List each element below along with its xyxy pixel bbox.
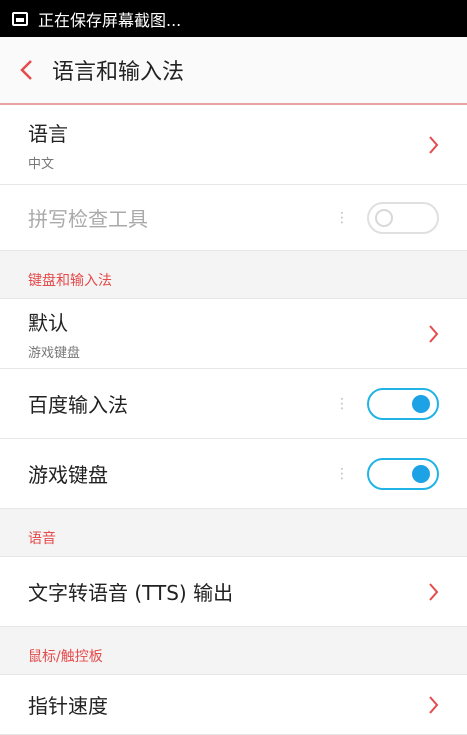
- settings-dots-icon[interactable]: ⋮: [335, 397, 349, 411]
- baidu-input-row[interactable]: 百度输入法 ⋮: [0, 369, 467, 439]
- tts-output-row[interactable]: 文字转语音 (TTS) 输出: [0, 557, 467, 627]
- game-keyboard-toggle[interactable]: [367, 457, 439, 490]
- language-row[interactable]: 语言 中文: [0, 105, 467, 185]
- section-header-keyboard: 键盘和输入法: [0, 251, 467, 299]
- spell-check-title: 拼写检查工具: [28, 207, 148, 231]
- toggle-knob: [412, 394, 430, 413]
- status-bar: 正在保存屏幕截图...: [0, 0, 467, 37]
- toggle-knob: [412, 464, 430, 483]
- baidu-input-toggle[interactable]: [367, 387, 439, 420]
- settings-dots-icon: ⋮: [335, 209, 349, 226]
- page-title: 语言和输入法: [52, 60, 185, 85]
- baidu-input-title: 百度输入法: [28, 393, 128, 417]
- section-header-voice: 语音: [0, 509, 467, 557]
- chevron-right-icon: [428, 135, 439, 155]
- chevron-right-icon: [428, 324, 439, 344]
- game-keyboard-row[interactable]: 游戏键盘 ⋮: [0, 439, 467, 509]
- toggle-knob: [375, 208, 393, 227]
- pointer-speed-title: 指针速度: [28, 694, 108, 718]
- default-keyboard-value: 游戏键盘: [28, 345, 81, 361]
- default-keyboard-row[interactable]: 默认 游戏键盘: [0, 299, 467, 369]
- settings-dots-icon[interactable]: ⋮: [335, 467, 349, 481]
- language-title: 语言: [28, 121, 68, 146]
- chevron-right-icon: [428, 582, 439, 602]
- screenshot-icon: [12, 11, 28, 26]
- tts-output-title: 文字转语音 (TTS) 输出: [28, 581, 234, 605]
- spell-check-row: 拼写检查工具 ⋮: [0, 185, 467, 251]
- pointer-speed-row[interactable]: 指针速度: [0, 675, 467, 735]
- game-keyboard-title: 游戏键盘: [28, 463, 108, 487]
- chevron-right-icon: [428, 695, 439, 715]
- status-text: 正在保存屏幕截图...: [38, 10, 182, 30]
- section-header-pointer: 鼠标/触控板: [0, 627, 467, 675]
- default-keyboard-title: 默认: [28, 310, 68, 335]
- app-header: 语言和输入法: [0, 37, 467, 105]
- chevron-left-icon: [20, 60, 32, 80]
- back-button[interactable]: [0, 37, 52, 103]
- language-value: 中文: [28, 156, 55, 172]
- spell-check-toggle[interactable]: [367, 201, 439, 234]
